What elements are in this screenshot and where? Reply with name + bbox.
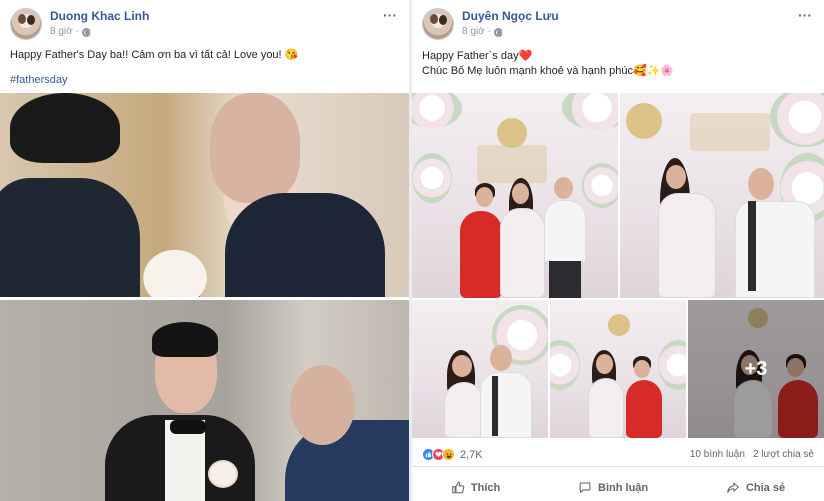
photo-white-dress (444, 382, 484, 438)
photo-suit-son (0, 178, 140, 297)
photo-gold-emblem (608, 314, 630, 336)
post-time: 8 giờ · (50, 25, 149, 39)
photo-bowtie (170, 420, 206, 434)
post-time: 8 giờ · (462, 25, 559, 39)
photo-5[interactable]: +3 (688, 300, 824, 438)
avatar[interactable] (422, 8, 454, 40)
photo-white-shirt (480, 372, 532, 438)
globe-icon (82, 27, 92, 37)
comment-icon (579, 482, 591, 493)
post-meta: Duyên Ngọc Lưu 8 giờ · (462, 9, 559, 39)
photo-father-head (290, 365, 355, 445)
photo-sign (690, 113, 770, 151)
globe-icon (494, 27, 504, 37)
photo-flowers (582, 163, 618, 208)
photo-white-dress (658, 193, 716, 298)
photo-red-dress (460, 211, 502, 298)
photo-flowers (658, 340, 686, 390)
time-text[interactable]: 8 giờ (462, 25, 485, 39)
avatar[interactable] (10, 8, 42, 40)
engagement-stats: 10 bình luận 2 lượt chia sẻ (690, 449, 814, 460)
photo-flowers (562, 93, 618, 130)
photo-mother-face (634, 360, 650, 378)
share-button[interactable]: Chia sẻ (726, 481, 785, 494)
photo-groom-hair (152, 322, 218, 357)
photo-tie (748, 201, 756, 291)
dot-separator: · (487, 26, 492, 37)
photo-white-dress (588, 378, 624, 438)
photo-suit-father (225, 193, 385, 297)
photo-flowers (412, 153, 452, 203)
photo-flowers (412, 93, 462, 128)
dot-separator: · (75, 26, 80, 37)
photo-2[interactable] (0, 300, 409, 501)
photo-flowers (770, 93, 824, 147)
comment-count[interactable]: 10 bình luận (690, 449, 745, 460)
photo-flowers (550, 340, 580, 390)
photo-gold-emblem (626, 103, 662, 139)
post-text: Happy Father`s day❤️ Chúc Bố Mẹ luôn mạn… (412, 49, 824, 79)
photo-figure-father (210, 93, 300, 203)
photo-figure-son (10, 93, 120, 163)
photo-red-dress (626, 380, 662, 438)
like-button[interactable]: Thích (451, 481, 500, 494)
share-label: Chia sẻ (745, 481, 786, 494)
photo-sign (477, 145, 547, 183)
photo-white-shirt (735, 201, 815, 298)
reaction-bar: 2,7K 10 bình luận 2 lượt chia sẻ (412, 443, 824, 467)
post-text: Happy Father's Day ba!! Cảm ơn ba vì tất… (0, 48, 409, 88)
post-duong-khac-linh: Duong Khac Linh 8 giờ · ··· Happy Father… (0, 0, 409, 501)
comment-button[interactable]: Bình luận (578, 481, 648, 494)
hashtag-link[interactable]: #fathersday (10, 73, 399, 88)
photo-father-face (748, 168, 774, 200)
more-photos-overlay[interactable]: +3 (688, 300, 824, 438)
photo-figure (512, 183, 529, 204)
comment-label: Bình luận (598, 481, 649, 494)
share-icon (727, 482, 739, 493)
photo-gold-emblem (497, 118, 527, 148)
haha-reaction-icon (442, 448, 455, 461)
photo-1[interactable] (412, 93, 618, 298)
photo-figure (554, 177, 573, 199)
post-header: Duyên Ngọc Lưu 8 giờ · ··· (412, 0, 824, 40)
time-text[interactable]: 8 giờ (50, 25, 73, 39)
post-duyen-ngoc-luu: Duyên Ngọc Lưu 8 giờ · ··· Happy Father`… (412, 0, 824, 501)
photo-boutonniere (210, 462, 236, 486)
photo-2[interactable] (620, 93, 824, 298)
author-name[interactable]: Duyên Ngọc Lưu (462, 9, 559, 23)
photo-3[interactable] (412, 300, 548, 438)
reaction-count[interactable]: 2,7K (460, 449, 483, 461)
photo-white-dress (500, 208, 545, 298)
photo-white-shirt (544, 200, 586, 262)
photo-tie (492, 376, 498, 436)
photo-figure (476, 187, 493, 207)
photo-1[interactable] (0, 93, 409, 297)
reaction-icons[interactable] (422, 448, 455, 461)
post-header: Duong Khac Linh 8 giờ · ··· (0, 0, 409, 40)
more-options-button[interactable]: ··· (798, 8, 812, 22)
photo-bride-face (596, 354, 613, 374)
post-message: Happy Father's Day ba!! Cảm ơn ba vì tất… (10, 49, 299, 61)
photo-4[interactable] (550, 300, 686, 438)
photo-bride-face (452, 355, 472, 377)
post-meta: Duong Khac Linh 8 giờ · (50, 9, 149, 39)
more-options-button[interactable]: ··· (383, 8, 397, 22)
author-name[interactable]: Duong Khac Linh (50, 9, 149, 23)
photo-pants (549, 261, 581, 298)
thumbs-up-icon (452, 481, 465, 494)
feed: Duong Khac Linh 8 giờ · ··· Happy Father… (0, 0, 824, 501)
action-bar: Thích Bình luận Chia sẻ (412, 474, 824, 501)
share-count[interactable]: 2 lượt chia sẻ (753, 449, 814, 460)
like-label: Thích (470, 481, 501, 494)
photo-father-face (490, 345, 512, 371)
post-message-line-1: Happy Father`s day❤️ (422, 50, 533, 62)
photo-bride-face (666, 165, 686, 189)
post-message-line-2: Chúc Bố Mẹ luôn mạnh khoẻ và hạnh phúc🥰✨… (422, 65, 675, 77)
